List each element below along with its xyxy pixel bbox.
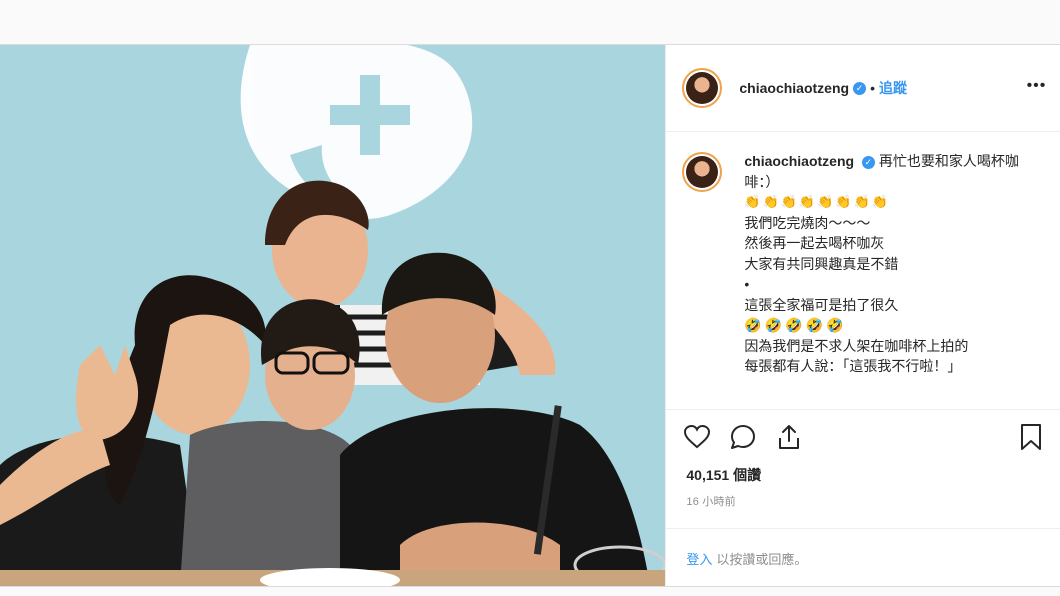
caption-area: chiaochiaotzeng ✓ 再忙也要和家人喝杯咖啡：） 👏👏👏👏👏👏👏👏… <box>666 132 1060 409</box>
instagram-post: chiaochiaotzeng ✓ • 追蹤 ••• chiaochiaotze… <box>0 44 1060 587</box>
verified-badge-icon: ✓ <box>853 81 867 95</box>
post-timestamp[interactable]: 16 小時前 <box>686 493 736 509</box>
family-photo-illustration <box>0 45 666 586</box>
comment-prompt: 登入 以按讚或回應。 <box>666 528 1060 587</box>
share-icon[interactable] <box>772 420 806 454</box>
post-header: chiaochiaotzeng ✓ • 追蹤 ••• <box>666 45 1060 132</box>
caption-line: 每張都有人說：「這張我不行啦！」 <box>744 358 962 374</box>
likes-count[interactable]: 40,151 個讚 <box>686 465 761 485</box>
bookmark-icon[interactable] <box>1014 420 1048 454</box>
separator-dot: • <box>870 80 875 96</box>
laughing-emoji-row: 🤣🤣🤣🤣🤣 <box>744 317 847 333</box>
comment-prompt-text: 以按讚或回應。 <box>716 551 808 567</box>
caption-avatar[interactable] <box>682 152 723 192</box>
follow-button[interactable]: 追蹤 <box>879 78 907 98</box>
caption-line: 大家有共同興趣真是不錯 <box>744 255 899 272</box>
login-link[interactable]: 登入 <box>686 549 712 568</box>
caption-text: chiaochiaotzeng ✓ 再忙也要和家人喝杯咖啡：） 👏👏👏👏👏👏👏👏… <box>744 151 1040 377</box>
clapping-emoji-row: 👏👏👏👏👏👏👏👏 <box>744 194 890 209</box>
post-actions: 40,151 個讚 16 小時前 登入 以按讚或回應。 <box>666 409 1060 586</box>
caption-username[interactable]: chiaochiaotzeng <box>744 153 854 169</box>
caption-line: • <box>744 276 750 292</box>
caption-line: 因為我們是不求人架在咖啡杯上拍的 <box>744 337 969 354</box>
verified-badge-icon: ✓ <box>861 155 875 169</box>
post-photo[interactable] <box>0 45 666 586</box>
action-icons <box>680 420 806 454</box>
post-side-panel: chiaochiaotzeng ✓ • 追蹤 ••• chiaochiaotze… <box>665 45 1060 586</box>
caption-line: 這張全家福可是拍了很久 <box>744 296 899 313</box>
caption-line: 我們吃完燒肉～～～ <box>744 214 871 231</box>
more-options-icon[interactable]: ••• <box>1027 77 1047 95</box>
like-heart-icon[interactable] <box>680 420 714 454</box>
profile-avatar[interactable] <box>682 68 723 108</box>
header-username[interactable]: chiaochiaotzeng <box>739 80 849 96</box>
comment-bubble-icon[interactable] <box>726 420 760 454</box>
caption-line: 然後再一起去喝杯咖灰 <box>744 235 885 251</box>
